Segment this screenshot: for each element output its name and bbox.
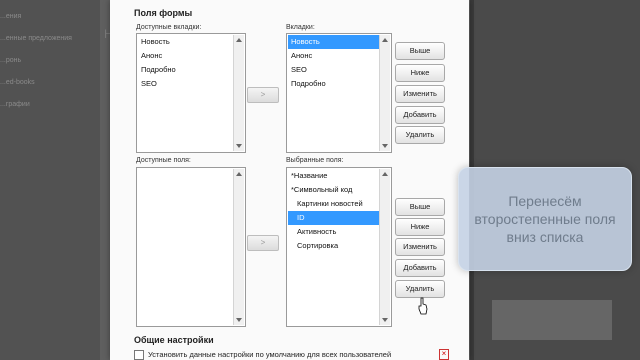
tabs-add-button[interactable]: Добавить	[395, 106, 445, 124]
form-fields-title: Поля формы	[134, 8, 193, 18]
list-item[interactable]: Новость	[138, 35, 233, 49]
list-item[interactable]: SEO	[138, 77, 233, 91]
scroll-down-icon[interactable]	[236, 144, 242, 148]
scrollbar[interactable]	[233, 169, 244, 325]
tabs-list[interactable]: Новость Анонс SEO Подробно	[286, 33, 392, 153]
tooltip-line: вниз списка	[506, 229, 584, 245]
background-sidebar-item: ...ения	[0, 13, 22, 20]
tabs-up-button[interactable]: Выше	[395, 42, 445, 60]
list-item[interactable]: Сортировка	[288, 239, 379, 253]
list-item[interactable]: *Символьный код	[288, 183, 379, 197]
scroll-up-icon[interactable]	[382, 38, 388, 42]
fields-add-button[interactable]: Добавить	[395, 259, 445, 277]
general-settings-title: Общие настройки	[134, 335, 214, 345]
list-item[interactable]: Подробно	[288, 77, 379, 91]
hand-cursor-icon	[418, 297, 428, 315]
scrollbar[interactable]	[379, 35, 390, 151]
list-item[interactable]: *Название	[288, 169, 379, 183]
scroll-down-icon[interactable]	[236, 318, 242, 322]
list-item[interactable]: SEO	[288, 63, 379, 77]
background-sidebar-item: ...енные предложения	[0, 35, 72, 42]
list-item[interactable]: Активность	[288, 225, 379, 239]
scroll-down-icon[interactable]	[382, 318, 388, 322]
list-item[interactable]: Подробно	[138, 63, 233, 77]
available-fields-label: Доступные поля:	[136, 157, 191, 164]
default-settings-checkbox-label: Установить данные настройки по умолчанию…	[148, 350, 392, 359]
list-item-selected[interactable]: Новость	[288, 35, 379, 49]
tooltip-line: Перенесём	[508, 193, 582, 209]
background-sidebar-item: ...ронь	[0, 57, 22, 64]
scrollbar[interactable]	[379, 169, 390, 325]
tabs-edit-button[interactable]: Изменить	[395, 85, 445, 103]
fields-down-button[interactable]: Ниже	[395, 218, 445, 236]
list-item[interactable]: Картинки новостей	[288, 197, 379, 211]
selected-fields-label: Выбранные поля:	[286, 157, 344, 164]
move-field-right-button[interactable]: >	[247, 235, 279, 251]
background-sidebar-item: ...графии	[0, 101, 30, 108]
list-item-selected[interactable]: ID	[288, 211, 379, 225]
fields-delete-button[interactable]: Удалить	[395, 280, 445, 298]
available-tabs-label: Доступные вкладки:	[136, 24, 202, 31]
list-item[interactable]: Анонс	[138, 49, 233, 63]
scrollbar[interactable]	[233, 35, 244, 151]
close-icon[interactable]: ×	[439, 349, 449, 360]
list-item[interactable]: Анонс	[288, 49, 379, 63]
scroll-up-icon[interactable]	[382, 172, 388, 176]
scroll-up-icon[interactable]	[236, 38, 242, 42]
form-settings-dialog: Поля формы Доступные вкладки: Новость Ан…	[110, 0, 469, 360]
selected-fields-list[interactable]: *Название *Символьный код Картинки новос…	[286, 167, 392, 327]
fields-up-button[interactable]: Выше	[395, 198, 445, 216]
tabs-down-button[interactable]: Ниже	[395, 64, 445, 82]
scroll-up-icon[interactable]	[236, 172, 242, 176]
available-fields-list[interactable]	[136, 167, 246, 327]
fields-edit-button[interactable]: Изменить	[395, 238, 445, 256]
available-tabs-list[interactable]: Новость Анонс Подробно SEO	[136, 33, 246, 153]
scroll-down-icon[interactable]	[382, 144, 388, 148]
tabs-delete-button[interactable]: Удалить	[395, 126, 445, 144]
default-settings-checkbox[interactable]	[134, 350, 144, 360]
tooltip-line: второстепенные поля	[474, 211, 616, 227]
background-sidebar-item: ...ed-books	[0, 79, 35, 86]
move-tab-right-button[interactable]: >	[247, 87, 279, 103]
tabs-label: Вкладки:	[286, 24, 315, 31]
annotation-tooltip: Перенесём второстепенные поля вниз списк…	[458, 167, 632, 271]
background-panel	[492, 300, 612, 340]
background-sidebar: ...ения ...енные предложения ...ронь ...…	[0, 0, 100, 360]
